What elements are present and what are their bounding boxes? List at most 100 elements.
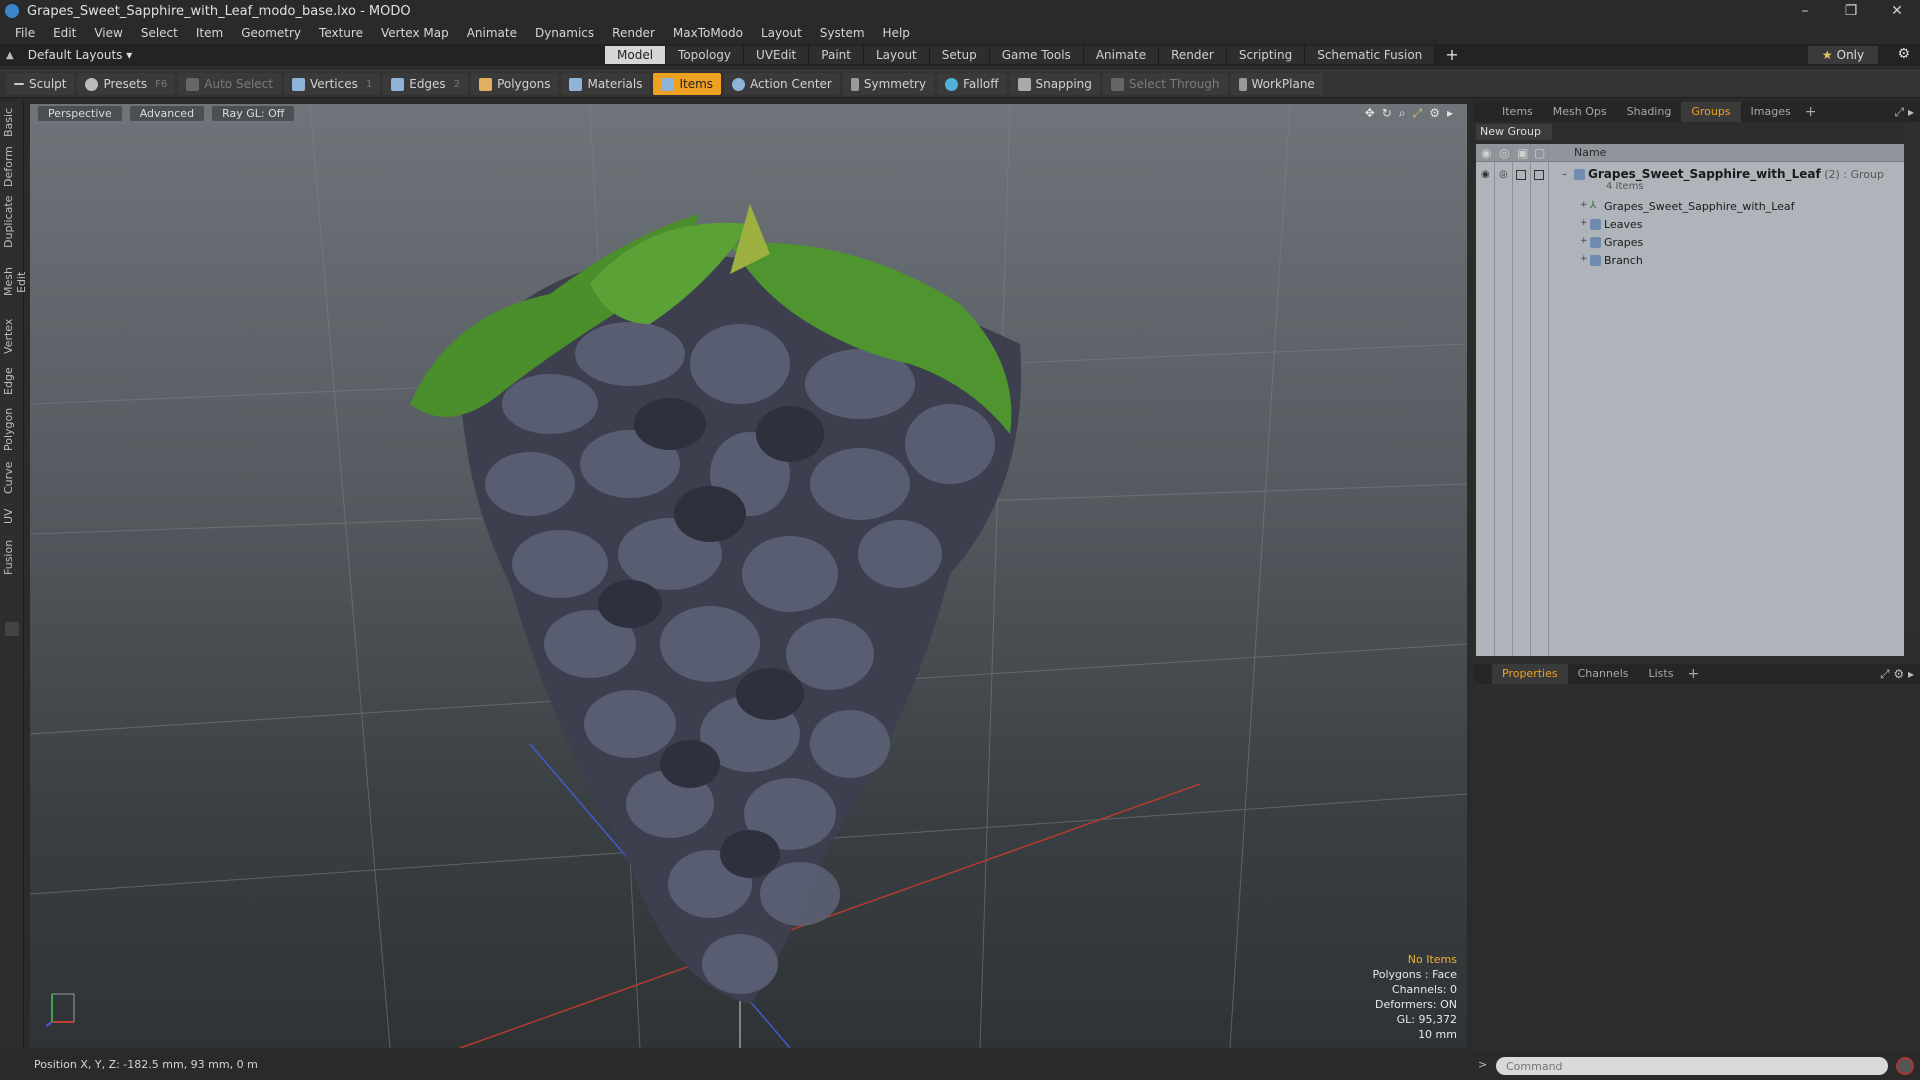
list-item[interactable]: + ⅄ Grapes_Sweet_Sapphire_with_Leaf <box>1476 198 1904 216</box>
command-input[interactable] <box>1496 1057 1888 1075</box>
fit-icon[interactable]: ⤢ <box>1413 106 1423 121</box>
properties-panel-icons[interactable]: ⤢ ⚙ ▸ <box>1880 667 1914 682</box>
raygl-button[interactable]: Ray GL: Off <box>212 106 295 121</box>
left-tab-edge[interactable]: Edge <box>2 364 22 398</box>
tab-animate[interactable]: Animate <box>1083 46 1160 64</box>
list-item[interactable]: + Branch <box>1476 252 1904 270</box>
tab-items[interactable]: Items <box>1492 102 1543 122</box>
row-eye-icon[interactable]: ◉ <box>1481 169 1490 180</box>
menu-system[interactable]: System <box>811 22 874 44</box>
gear-icon[interactable]: ⚙ <box>1897 46 1910 62</box>
menu-maxtomodo[interactable]: MaxToModo <box>664 22 752 44</box>
polygons-button[interactable]: Polygons <box>471 73 559 95</box>
tab-shading[interactable]: Shading <box>1617 102 1682 122</box>
menu-view[interactable]: View <box>85 22 131 44</box>
expand-icon[interactable]: + <box>1580 218 1588 228</box>
menu-file[interactable]: File <box>6 22 44 44</box>
left-tab-curve[interactable]: Curve <box>2 460 22 496</box>
viewport-settings-icon[interactable]: ⚙ <box>1429 106 1440 121</box>
snapping-button[interactable]: Snapping <box>1009 73 1100 95</box>
tab-properties[interactable]: Properties <box>1492 664 1568 684</box>
left-tab-vertex[interactable]: Vertex <box>2 316 22 356</box>
action-center-button[interactable]: Action Center <box>724 73 840 95</box>
pan-icon[interactable]: ✥ <box>1365 106 1375 121</box>
left-tab-uv[interactable]: UV <box>2 504 22 528</box>
items-button[interactable]: Items <box>653 73 722 95</box>
menu-select[interactable]: Select <box>132 22 187 44</box>
restore-button[interactable]: ❐ <box>1828 0 1874 22</box>
expand-icon[interactable]: + <box>1580 200 1588 210</box>
select-through-button[interactable]: Select Through <box>1102 73 1228 95</box>
lock-icon[interactable]: ▣ <box>1517 146 1528 160</box>
tab-topology[interactable]: Topology <box>666 46 745 64</box>
select-icon[interactable]: ▢ <box>1534 146 1545 160</box>
groups-scrollbar[interactable] <box>1906 122 1920 634</box>
falloff-button[interactable]: Falloff <box>937 73 1007 95</box>
only-toggle[interactable]: ★ Only <box>1808 46 1878 64</box>
menu-vertex-map[interactable]: Vertex Map <box>372 22 458 44</box>
tab-mesh-ops[interactable]: Mesh Ops <box>1543 102 1617 122</box>
minimize-button[interactable]: – <box>1782 0 1828 22</box>
left-tab-fusion[interactable]: Fusion <box>2 536 22 578</box>
render-icon[interactable]: ◎ <box>1499 146 1509 160</box>
tab-images[interactable]: Images <box>1741 102 1801 122</box>
left-tab-polygon[interactable]: Polygon <box>2 406 22 452</box>
rotate-icon[interactable]: ↻ <box>1382 106 1392 121</box>
add-tab-plus-icon[interactable]: + <box>1445 46 1458 64</box>
record-macro-icon[interactable] <box>1896 1057 1914 1075</box>
row-render-icon[interactable]: ◎ <box>1499 169 1508 180</box>
menu-texture[interactable]: Texture <box>310 22 372 44</box>
tab-uvedit[interactable]: UVEdit <box>744 46 810 64</box>
list-item[interactable]: + Grapes <box>1476 234 1904 252</box>
viewport-menu-icon[interactable]: ▸ <box>1447 106 1453 121</box>
palette-toggle-icon[interactable] <box>5 622 19 636</box>
menu-help[interactable]: Help <box>874 22 919 44</box>
tab-model[interactable]: Model <box>605 46 667 64</box>
menu-item[interactable]: Item <box>187 22 232 44</box>
sculpt-button[interactable]: Sculpt <box>6 73 75 95</box>
menu-dynamics[interactable]: Dynamics <box>526 22 603 44</box>
perspective-button[interactable]: Perspective <box>38 106 122 121</box>
menu-animate[interactable]: Animate <box>458 22 526 44</box>
3d-viewport[interactable]: Perspective Advanced Ray GL: Off ✥ ↻ ⌕ ⤢… <box>30 104 1467 1048</box>
tab-layout[interactable]: Layout <box>863 46 930 64</box>
left-tab-basic[interactable]: Basic <box>2 106 22 138</box>
add-panel-tab-plus-icon[interactable]: + <box>1805 104 1817 120</box>
edges-button[interactable]: Edges 2 <box>383 73 469 95</box>
left-tab-mesh-edit[interactable]: Mesh Edit <box>2 256 28 308</box>
tab-paint[interactable]: Paint <box>809 46 864 64</box>
list-item[interactable]: + Leaves <box>1476 216 1904 234</box>
menu-render[interactable]: Render <box>603 22 664 44</box>
left-tab-duplicate[interactable]: Duplicate <box>2 196 22 248</box>
tab-scripting[interactable]: Scripting <box>1226 46 1306 64</box>
tab-setup[interactable]: Setup <box>929 46 990 64</box>
menu-layout[interactable]: Layout <box>752 22 811 44</box>
tab-groups[interactable]: Groups <box>1681 102 1741 122</box>
row-lock-checkbox[interactable] <box>1516 170 1526 180</box>
expand-icon[interactable]: + <box>1580 236 1588 246</box>
group-row[interactable]: ◉ ◎ – Grapes_Sweet_Sapphire_with_Leaf (2… <box>1476 166 1904 194</box>
menu-edit[interactable]: Edit <box>44 22 85 44</box>
visibility-eye-icon[interactable]: ◉ <box>1481 146 1491 160</box>
name-column-header[interactable]: Name <box>1574 146 1606 159</box>
menu-geometry[interactable]: Geometry <box>232 22 310 44</box>
tab-lists[interactable]: Lists <box>1639 664 1684 684</box>
expand-panel-icon[interactable]: ⤢ ▸ <box>1895 105 1914 120</box>
advanced-button[interactable]: Advanced <box>129 106 205 121</box>
symmetry-button[interactable]: Symmetry <box>842 73 935 95</box>
collapse-up-icon[interactable]: ▲ <box>6 50 14 61</box>
materials-button[interactable]: Materials <box>561 73 651 95</box>
vertices-button[interactable]: Vertices 1 <box>283 73 381 95</box>
tab-channels[interactable]: Channels <box>1568 664 1639 684</box>
tab-schematic-fusion[interactable]: Schematic Fusion <box>1305 46 1436 64</box>
new-group-button[interactable]: New Group <box>1476 124 1552 140</box>
tab-render[interactable]: Render <box>1159 46 1227 64</box>
zoom-icon[interactable]: ⌕ <box>1399 106 1406 121</box>
add-properties-tab-plus-icon[interactable]: + <box>1687 666 1699 682</box>
workplane-button[interactable]: WorkPlane <box>1230 73 1323 95</box>
row-select-checkbox[interactable] <box>1534 170 1544 180</box>
collapse-toggle-icon[interactable]: – <box>1562 169 1567 180</box>
layout-selector[interactable]: ▲ Default Layouts ▾ <box>6 44 132 66</box>
auto-select-button[interactable]: Auto Select <box>178 73 281 95</box>
tab-game-tools[interactable]: Game Tools <box>989 46 1084 64</box>
